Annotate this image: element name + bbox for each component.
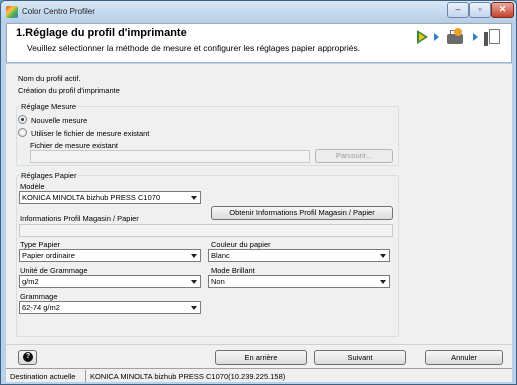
main-content: Nom du profil actif. Création du profil … (6, 64, 512, 344)
next-button-label: Suivant (347, 353, 373, 362)
existing-file-label[interactable]: Utiliser le fichier de mesure existant (31, 129, 149, 138)
help-icon: ? (23, 352, 33, 362)
glossy-mode-value: Non (211, 277, 225, 286)
page-subtitle: Veuillez sélectionner la méthode de mesu… (27, 43, 361, 53)
model-select-value: KONICA MINOLTA bizhub PRESS C1070 (22, 193, 161, 202)
status-bar: Destination actuelle KONICA MINOLTA bizh… (6, 368, 512, 382)
help-button[interactable]: ? (18, 350, 37, 365)
browse-button[interactable]: Parcourir... (315, 149, 393, 163)
chevron-down-icon (191, 254, 197, 258)
back-button-label: En arrière (244, 353, 278, 362)
tray-info-label: Informations Profil Magasin / Papier (20, 214, 139, 223)
next-button[interactable]: Suivant (314, 350, 406, 365)
arrow-right-icon (473, 33, 478, 41)
footer-bar: ? En arrière Suivant Annuler (6, 344, 512, 368)
back-button[interactable]: En arrière (215, 350, 307, 365)
paper-color-value: Blanc (211, 251, 230, 260)
paper-type-value: Papier ordinaire (22, 251, 75, 260)
chevron-down-icon (380, 254, 386, 258)
model-select[interactable]: KONICA MINOLTA bizhub PRESS C1070 (19, 191, 201, 204)
window-title: Color Centro Profiler (22, 7, 95, 16)
maximize-button[interactable]: ▫ (469, 2, 491, 18)
printer-step-icon (445, 28, 467, 46)
minimize-button[interactable]: – (447, 2, 469, 18)
weight-select[interactable]: 62-74 g/m2 (19, 301, 201, 314)
weight-unit-value: g/m2 (22, 277, 39, 286)
measure-settings-title: Réglage Mesure (20, 102, 78, 111)
existing-file-radio[interactable] (18, 128, 27, 137)
new-measure-radio[interactable] (18, 115, 27, 124)
page-title: 1.Réglage du profil d'imprimante (16, 27, 187, 39)
measure-file-label: Fichier de mesure existant (30, 141, 118, 150)
chevron-down-icon (191, 306, 197, 310)
paper-settings-title: Réglages Papier (20, 171, 78, 180)
get-tray-info-button[interactable]: Obtenir Informations Profil Magasin / Pa… (211, 206, 393, 220)
weight-unit-label: Unité de Grammage (20, 266, 88, 275)
weight-unit-select[interactable]: g/m2 (19, 275, 201, 288)
chevron-down-icon (380, 280, 386, 284)
weight-label: Grammage (20, 292, 58, 301)
measure-file-field[interactable] (30, 150, 310, 163)
paper-color-select[interactable]: Blanc (208, 249, 390, 262)
close-button[interactable]: ✕ (491, 2, 514, 18)
model-label: Modèle (20, 182, 45, 191)
paper-type-select[interactable]: Papier ordinaire (19, 249, 201, 262)
app-window: Color Centro Profiler – ▫ ✕ 1.Réglage du… (0, 0, 517, 385)
destination-label: Destination actuelle (10, 372, 76, 381)
workflow-steps (415, 26, 505, 48)
new-measure-label[interactable]: Nouvelle mesure (31, 116, 87, 125)
chevron-down-icon (191, 280, 197, 284)
profile-name-label: Nom du profil actif. (18, 74, 81, 83)
paper-type-label: Type Papier (20, 240, 61, 249)
status-separator (85, 370, 86, 382)
destination-value: KONICA MINOLTA bizhub PRESS C1070(10.239… (90, 372, 286, 381)
paper-color-label: Couleur du papier (211, 240, 271, 249)
cancel-button-label: Annuler (451, 353, 477, 362)
glossy-mode-select[interactable]: Non (208, 275, 390, 288)
measure-step-icon (483, 28, 503, 46)
app-logo-icon (6, 6, 18, 18)
profile-name-value: Création du profil d'imprimante (18, 86, 120, 95)
arrow-right-icon (434, 33, 439, 41)
glossy-mode-label: Mode Brillant (211, 266, 255, 275)
chevron-down-icon (191, 196, 197, 200)
tray-info-field[interactable] (19, 224, 393, 237)
title-bar: Color Centro Profiler – ▫ ✕ (1, 1, 516, 23)
weight-value: 62-74 g/m2 (22, 303, 60, 312)
start-step-icon (415, 28, 431, 46)
page-header: 1.Réglage du profil d'imprimante Veuille… (6, 23, 512, 63)
cancel-button[interactable]: Annuler (425, 350, 503, 365)
